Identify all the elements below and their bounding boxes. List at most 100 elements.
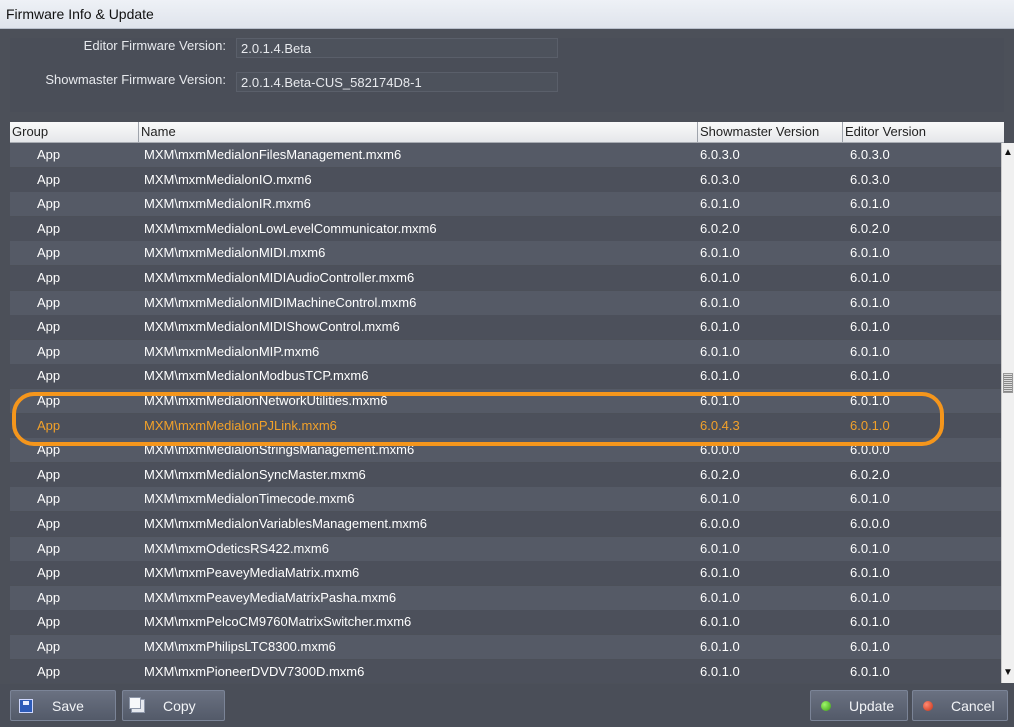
cancel-button-label: Cancel — [951, 698, 995, 714]
cell-group: App — [37, 172, 61, 187]
cell-group: App — [37, 467, 61, 482]
save-button[interactable]: Save — [10, 690, 116, 721]
cell-showmaster-version: 6.0.1.0 — [700, 344, 740, 359]
table-row[interactable]: App MXM\mxmMedialonIR.mxm6 6.0.1.0 6.0.1.0 — [10, 192, 1001, 216]
column-header-showmaster-version[interactable]: Showmaster Version — [697, 122, 842, 142]
cell-group: App — [37, 516, 61, 531]
cell-showmaster-version: 6.0.2.0 — [700, 221, 740, 236]
cell-editor-version: 6.0.1.0 — [850, 319, 890, 334]
table-row[interactable]: App MXM\mxmMedialonSyncMaster.mxm6 6.0.2.0… — [10, 463, 1001, 487]
cell-name: MXM\mxmMedialonStringsManagement.mxm6 — [144, 442, 415, 457]
cell-name: MXM\mxmPeaveyMediaMatrixPasha.mxm6 — [144, 590, 397, 605]
table-row[interactable]: App MXM\mxmMedialonNetworkUtilities.mxm6 6… — [10, 389, 1001, 413]
cell-editor-version: 6.0.1.0 — [850, 491, 890, 506]
cell-group: App — [37, 639, 61, 654]
table-row[interactable]: App MXM\mxmMedialonMIDIAudioController.mx… — [10, 266, 1001, 290]
cell-editor-version: 6.0.0.0 — [850, 442, 890, 457]
cell-showmaster-version: 6.0.2.0 — [700, 467, 740, 482]
cell-showmaster-version: 6.0.1.0 — [700, 393, 740, 408]
save-button-label: Save — [52, 698, 84, 714]
cell-name: MXM\mxmMedialonIO.mxm6 — [144, 172, 312, 187]
cell-name: MXM\mxmMedialonVariablesManagement.mxm6 — [144, 516, 427, 531]
cell-group: App — [37, 295, 61, 310]
table-row[interactable]: App MXM\mxmMedialonLowLevelCommunicator.m… — [10, 217, 1001, 241]
table-row[interactable]: App MXM\mxmMedialonPJLink.mxm6 6.0.4.3 6.0.… — [10, 414, 1001, 438]
table-row[interactable]: App MXM\mxmMedialonIO.mxm6 6.0.3.0 6.0.3.0 — [10, 168, 1001, 192]
editor-firmware-label: Editor Firmware Version: — [83, 38, 226, 53]
table-row[interactable]: App MXM\mxmPioneerDVDV7300D.mxm6 6.0.1.0 6.… — [10, 660, 1001, 683]
cell-group: App — [37, 221, 61, 236]
cell-name: MXM\mxmMedialonFilesManagement.mxm6 — [144, 147, 402, 162]
cell-editor-version: 6.0.1.0 — [850, 664, 890, 679]
cell-showmaster-version: 6.0.0.0 — [700, 516, 740, 531]
table-row[interactable]: App MXM\mxmMedialonMIDI.mxm6 6.0.1.0 6.0.1.… — [10, 241, 1001, 265]
copy-button[interactable]: Copy — [122, 690, 225, 721]
vertical-scrollbar[interactable]: ▲ ▼ — [1001, 143, 1014, 683]
table-row[interactable]: App MXM\mxmMedialonStringsManagement.mxm6… — [10, 438, 1001, 462]
firmware-info-panel: Editor Firmware Version: 2.0.1.4.Beta Sh… — [10, 38, 1004, 112]
cell-editor-version: 6.0.1.0 — [850, 541, 890, 556]
cell-showmaster-version: 6.0.3.0 — [700, 147, 740, 162]
cell-group: App — [37, 368, 61, 383]
cell-group: App — [37, 541, 61, 556]
cell-editor-version: 6.0.1.0 — [850, 368, 890, 383]
cell-showmaster-version: 6.0.1.0 — [700, 295, 740, 310]
cell-showmaster-version: 6.0.1.0 — [700, 319, 740, 334]
cell-group: App — [37, 319, 61, 334]
cell-group: App — [37, 565, 61, 580]
cell-showmaster-version: 6.0.1.0 — [700, 541, 740, 556]
scrollbar-thumb[interactable] — [1003, 373, 1013, 393]
table-row[interactable]: App MXM\mxmPhilipsLTC8300.mxm6 6.0.1.0 6.0.… — [10, 635, 1001, 659]
title-bar: Firmware Info & Update — [0, 0, 1014, 29]
green-dot-icon — [821, 701, 831, 711]
cell-editor-version: 6.0.2.0 — [850, 221, 890, 236]
cancel-button[interactable]: Cancel — [912, 690, 1008, 721]
cell-showmaster-version: 6.0.1.0 — [700, 565, 740, 580]
floppy-disk-icon — [19, 699, 33, 713]
table-row[interactable]: App MXM\mxmMedialonVariablesManagement.mx… — [10, 512, 1001, 536]
scroll-down-arrow-icon[interactable]: ▼ — [1002, 665, 1014, 681]
cell-editor-version: 6.0.1.0 — [850, 565, 890, 580]
cell-group: App — [37, 442, 61, 457]
column-header-group[interactable]: Group — [10, 122, 138, 142]
cell-editor-version: 6.0.1.0 — [850, 639, 890, 654]
cell-name: MXM\mxmMedialonModbusTCP.mxm6 — [144, 368, 369, 383]
cell-showmaster-version: 6.0.1.0 — [700, 245, 740, 260]
table-row[interactable]: App MXM\mxmMedialonMIP.mxm6 6.0.1.0 6.0.1.0 — [10, 340, 1001, 364]
table-row[interactable]: App MXM\mxmMedialonTimecode.mxm6 6.0.1.0 6.… — [10, 487, 1001, 511]
table-row[interactable]: App MXM\mxmMedialonFilesManagement.mxm6 6.… — [10, 143, 1001, 167]
update-button[interactable]: Update — [810, 690, 908, 721]
cell-editor-version: 6.0.0.0 — [850, 516, 890, 531]
cell-editor-version: 6.0.3.0 — [850, 147, 890, 162]
cell-showmaster-version: 6.0.1.0 — [700, 639, 740, 654]
cell-group: App — [37, 393, 61, 408]
cell-showmaster-version: 6.0.1.0 — [700, 270, 740, 285]
cell-name: MXM\mxmMedialonMIDIShowControl.mxm6 — [144, 319, 400, 334]
cell-name: MXM\mxmOdeticsRS422.mxm6 — [144, 541, 329, 556]
cell-group: App — [37, 270, 61, 285]
update-button-label: Update — [849, 698, 895, 714]
showmaster-firmware-row: Showmaster Firmware Version: 2.0.1.4.Bet… — [10, 72, 1004, 92]
cell-name: MXM\mxmMedialonMIDIAudioController.mxm6 — [144, 270, 415, 285]
table-row[interactable]: App MXM\mxmOdeticsRS422.mxm6 6.0.1.0 6.0.1.… — [10, 537, 1001, 561]
cell-name: MXM\mxmMedialonMIDI.mxm6 — [144, 245, 326, 260]
table-row[interactable]: App MXM\mxmPeaveyMediaMatrix.mxm6 6.0.1.0 6… — [10, 561, 1001, 585]
cell-group: App — [37, 614, 61, 629]
button-bar: Save Copy Update Cancel — [0, 684, 1014, 727]
column-header-name[interactable]: Name — [138, 122, 697, 142]
copy-button-label: Copy — [163, 698, 196, 714]
table-row[interactable]: App MXM\mxmMedialonModbusTCP.mxm6 6.0.1.0 6… — [10, 364, 1001, 388]
scroll-up-arrow-icon[interactable]: ▲ — [1002, 145, 1014, 161]
column-header-editor-version[interactable]: Editor Version — [842, 122, 1004, 142]
editor-firmware-value: 2.0.1.4.Beta — [236, 38, 558, 58]
window-title: Firmware Info & Update — [6, 6, 154, 22]
cell-name: MXM\mxmPelcoCM9760MatrixSwitcher.mxm6 — [144, 614, 412, 629]
table-row[interactable]: App MXM\mxmPelcoCM9760MatrixSwitcher.mxm6… — [10, 610, 1001, 634]
cell-editor-version: 6.0.1.0 — [850, 393, 890, 408]
cell-showmaster-version: 6.0.1.0 — [700, 491, 740, 506]
cell-name: MXM\mxmMedialonMIDIMachineControl.mxm6 — [144, 295, 417, 310]
table-row[interactable]: App MXM\mxmMedialonMIDIShowControl.mxm6 6.… — [10, 315, 1001, 339]
cell-name: MXM\mxmMedialonTimecode.mxm6 — [144, 491, 355, 506]
table-row[interactable]: App MXM\mxmPeaveyMediaMatrixPasha.mxm6 6.0… — [10, 586, 1001, 610]
table-row[interactable]: App MXM\mxmMedialonMIDIMachineControl.mxm… — [10, 291, 1001, 315]
